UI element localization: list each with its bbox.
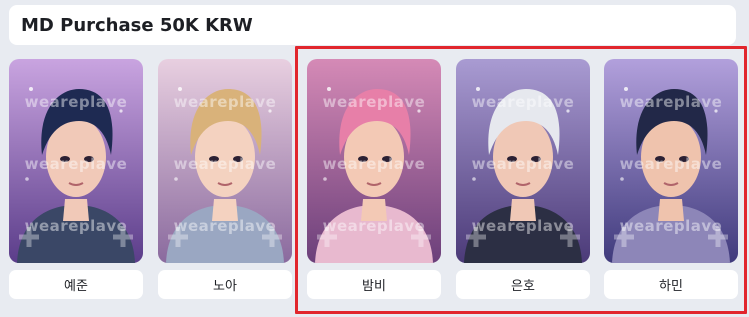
member-name-button[interactable]: 노아 (158, 270, 292, 299)
watermark-text: weareplave (173, 93, 277, 111)
watermark-text: weareplave (619, 155, 723, 173)
watermark-text: weareplave (173, 217, 277, 235)
member-name-button[interactable]: 은호 (456, 270, 590, 299)
watermark-text: weareplave (471, 217, 575, 235)
watermark-text: weareplave (24, 93, 128, 111)
member-name-button[interactable]: 예준 (9, 270, 143, 299)
photocard-image[interactable]: weareplave weareplave weareplave (604, 59, 738, 263)
watermark-text: weareplave (619, 217, 723, 235)
watermark-text: weareplave (471, 93, 575, 111)
photocard-image[interactable]: weareplave weareplave weareplave (307, 59, 441, 263)
watermark-text: weareplave (322, 217, 426, 235)
watermark-text: weareplave (173, 155, 277, 173)
watermark-text: weareplave (24, 217, 128, 235)
photocard-image[interactable]: weareplave weareplave weareplave (158, 59, 292, 263)
photocard-image[interactable]: weareplave weareplave weareplave (9, 59, 143, 263)
page-title: MD Purchase 50K KRW (9, 5, 736, 45)
member-name-button[interactable]: 밤비 (307, 270, 441, 299)
watermark-text: weareplave (24, 155, 128, 173)
photocard-image[interactable]: weareplave weareplave weareplave (456, 59, 590, 263)
watermark-text: weareplave (471, 155, 575, 173)
watermark-text: weareplave (619, 93, 723, 111)
member-name-button[interactable]: 하민 (604, 270, 738, 299)
watermark-text: weareplave (322, 155, 426, 173)
watermark-text: weareplave (322, 93, 426, 111)
